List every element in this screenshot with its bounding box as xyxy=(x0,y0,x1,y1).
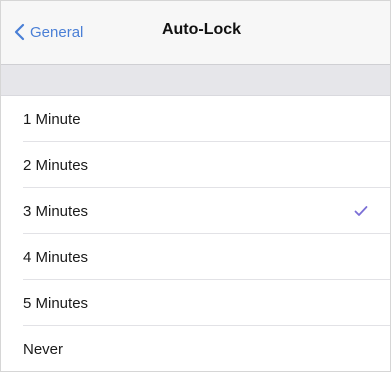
auto-lock-options-list: 1 Minute 2 Minutes 3 Minutes 4 Minutes 5… xyxy=(1,95,390,371)
navigation-bar: General Auto-Lock xyxy=(1,1,390,65)
option-label: 2 Minutes xyxy=(23,156,89,174)
option-row-5-minutes[interactable]: 5 Minutes xyxy=(1,280,390,326)
auto-lock-screen: General Auto-Lock 1 Minute 2 Minutes 3 M… xyxy=(0,0,391,372)
section-header-spacer xyxy=(1,65,390,95)
option-label: 3 Minutes xyxy=(23,202,89,220)
option-label: Never xyxy=(23,340,64,358)
option-row-1-minute[interactable]: 1 Minute xyxy=(1,96,390,142)
option-row-4-minutes[interactable]: 4 Minutes xyxy=(1,234,390,280)
option-row-never[interactable]: Never xyxy=(1,326,390,371)
option-row-2-minutes[interactable]: 2 Minutes xyxy=(1,142,390,188)
option-row-3-minutes[interactable]: 3 Minutes xyxy=(1,188,390,234)
option-label: 1 Minute xyxy=(23,110,81,128)
option-label: 5 Minutes xyxy=(23,294,89,312)
page-title: Auto-Lock xyxy=(161,21,242,38)
checkmark-icon xyxy=(354,206,368,216)
option-label: 4 Minutes xyxy=(23,248,89,266)
